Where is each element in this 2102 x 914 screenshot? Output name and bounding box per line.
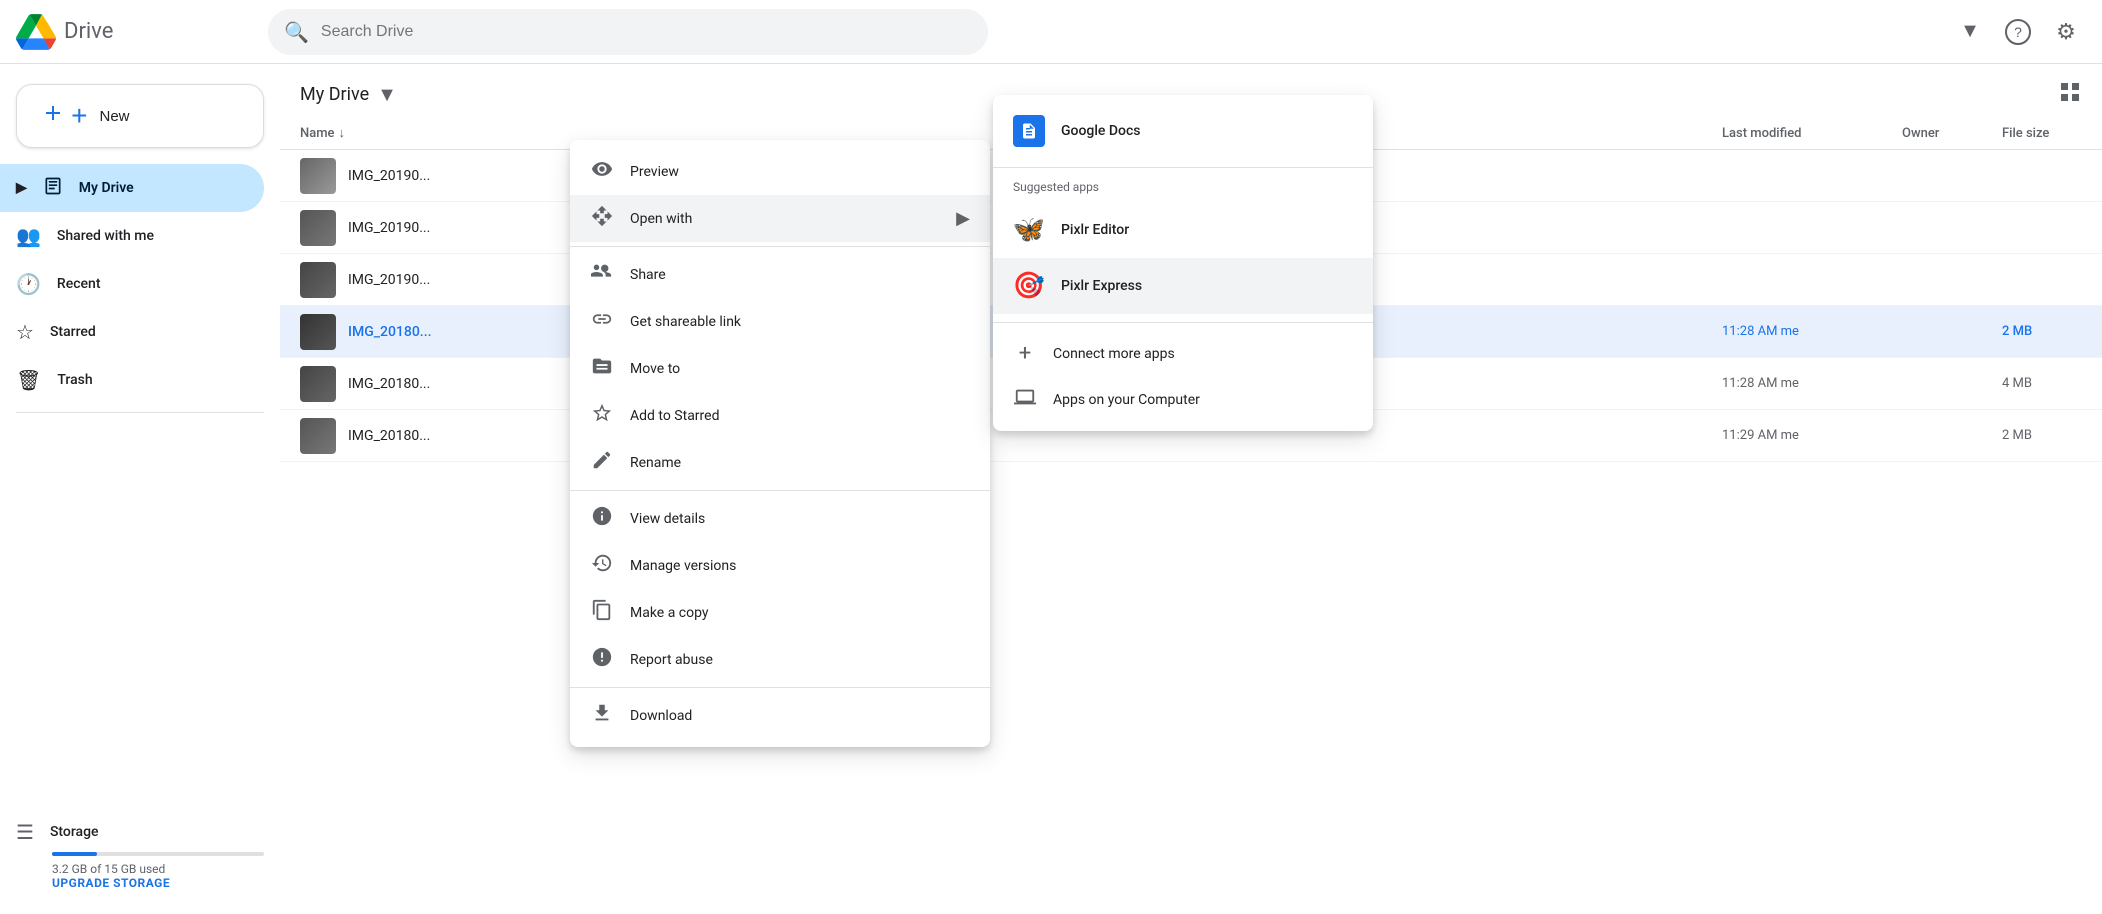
menu-item-move-to[interactable]: Move to (570, 345, 990, 392)
menu-item-get-link[interactable]: Get shareable link (570, 298, 990, 345)
submenu-google-docs-label: Google Docs (1061, 123, 1141, 139)
menu-item-share[interactable]: Share (570, 251, 990, 298)
menu-label-make-copy: Make a copy (630, 605, 970, 621)
open-with-submenu: Google Docs Suggested apps 🦋 Pixlr Edito… (993, 95, 1373, 431)
menu-item-open-with[interactable]: Open with ▶ (570, 195, 990, 242)
submenu-computer-apps-label: Apps on your Computer (1053, 392, 1200, 408)
menu-label-get-link: Get shareable link (630, 314, 970, 330)
menu-item-rename[interactable]: Rename (570, 439, 990, 486)
pixlr-express-icon: 🎯 (1013, 270, 1045, 302)
copy-icon (590, 599, 614, 626)
submenu-divider-1 (993, 167, 1373, 168)
submenu-item-google-docs[interactable]: Google Docs (993, 103, 1373, 159)
download-icon (590, 702, 614, 729)
menu-item-report-abuse[interactable]: Report abuse (570, 636, 990, 683)
submenu-item-pixlr-express[interactable]: 🎯 Pixlr Express (993, 258, 1373, 314)
menu-item-preview[interactable]: Preview (570, 148, 990, 195)
menu-divider-2 (570, 490, 990, 491)
menu-label-download: Download (630, 708, 970, 724)
pixlr-editor-icon: 🦋 (1013, 214, 1045, 246)
computer-icon (1013, 386, 1037, 413)
menu-label-manage-versions: Manage versions (630, 558, 970, 574)
menu-divider-3 (570, 687, 990, 688)
menu-label-report-abuse: Report abuse (630, 652, 970, 668)
menu-label-open-with: Open with (630, 211, 940, 227)
versions-icon (590, 552, 614, 579)
rename-icon (590, 449, 614, 476)
menu-label-preview: Preview (630, 164, 970, 180)
menu-label-share: Share (630, 267, 970, 283)
submenu-divider-2 (993, 322, 1373, 323)
submenu-action-connect-apps[interactable]: + Connect more apps (993, 331, 1373, 376)
submenu-action-computer-apps[interactable]: Apps on your Computer (993, 376, 1373, 423)
menu-item-add-starred[interactable]: Add to Starred (570, 392, 990, 439)
star-outline-icon (590, 402, 614, 429)
google-docs-icon (1013, 115, 1045, 147)
open-with-icon (590, 205, 614, 232)
submenu-pixlr-editor-label: Pixlr Editor (1061, 222, 1129, 238)
report-icon (590, 646, 614, 673)
menu-divider-1 (570, 246, 990, 247)
share-icon (590, 261, 614, 288)
menu-item-download[interactable]: Download (570, 692, 990, 739)
submenu-connect-apps-label: Connect more apps (1053, 346, 1175, 362)
menu-label-view-details: View details (630, 511, 970, 527)
menu-label-rename: Rename (630, 455, 970, 471)
menu-item-make-copy[interactable]: Make a copy (570, 589, 990, 636)
plus-circle-icon: + (1013, 341, 1037, 366)
move-icon (590, 355, 614, 382)
menu-label-add-starred: Add to Starred (630, 408, 970, 424)
context-menu: Preview Open with ▶ Share Get shareable … (570, 140, 990, 747)
info-icon (590, 505, 614, 532)
menu-item-manage-versions[interactable]: Manage versions (570, 542, 990, 589)
menu-item-view-details[interactable]: View details (570, 495, 990, 542)
submenu-arrow-icon: ▶ (956, 208, 970, 229)
submenu-pixlr-express-label: Pixlr Express (1061, 278, 1142, 294)
menu-label-move-to: Move to (630, 361, 970, 377)
eye-icon (590, 158, 614, 185)
link-icon (590, 308, 614, 335)
submenu-suggested-title: Suggested apps (993, 176, 1373, 202)
submenu-item-pixlr-editor[interactable]: 🦋 Pixlr Editor (993, 202, 1373, 258)
